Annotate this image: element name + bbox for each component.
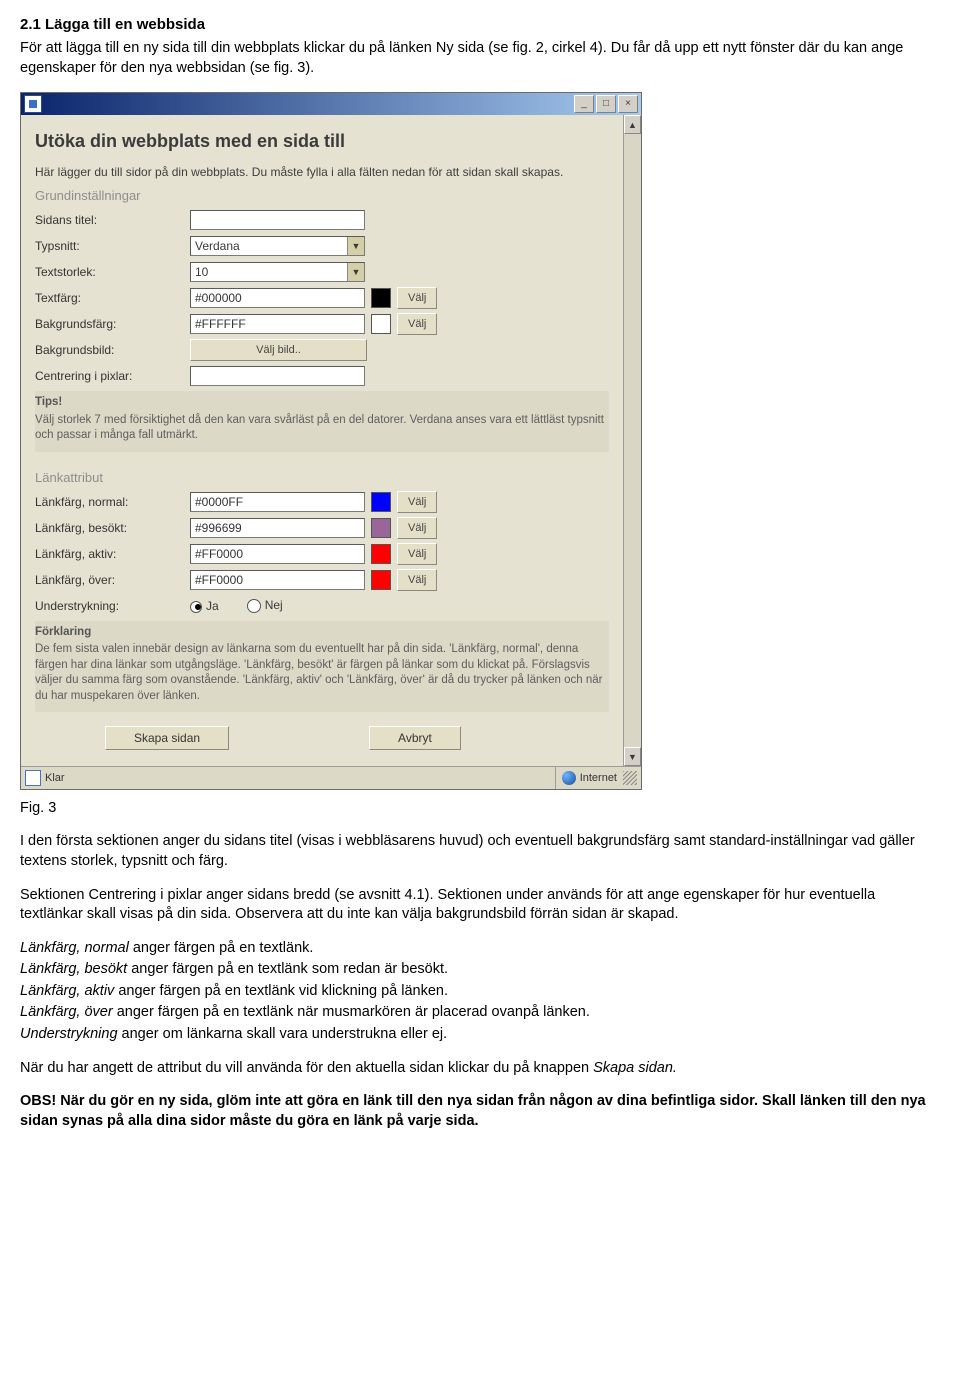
- section-grundinstallningar: Grundinställningar: [35, 188, 609, 203]
- label-sidans-titel: Sidans titel:: [35, 213, 190, 227]
- forklaring-box: Förklaring De fem sista valen innebär de…: [35, 621, 609, 713]
- para-3: När du har angett de attribut du vill an…: [20, 1059, 940, 1079]
- scroll-down-icon[interactable]: ▼: [624, 747, 641, 766]
- input-lankfarg-aktiv[interactable]: [190, 544, 365, 564]
- avbryt-button[interactable]: Avbryt: [369, 726, 461, 750]
- scrollbar[interactable]: ▲ ▼: [623, 115, 641, 766]
- page-icon: [25, 770, 41, 786]
- swatch-lankfarg-aktiv: [371, 544, 391, 564]
- line-lankfarg-aktiv: Länkfärg, aktiv anger färgen på en textl…: [20, 982, 940, 1002]
- status-zone: Internet: [580, 772, 617, 784]
- app-icon: [24, 95, 42, 113]
- status-ready: Klar: [45, 772, 65, 784]
- label-textstorlek: Textstorlek:: [35, 265, 190, 279]
- input-lankfarg-normal[interactable]: [190, 492, 365, 512]
- valj-bild-button[interactable]: Välj bild..: [190, 339, 367, 361]
- line-lankfarg-normal: Länkfärg, normal anger färgen på en text…: [20, 939, 940, 959]
- obs-paragraph: OBS! När du gör en ny sida, glöm inte at…: [20, 1092, 940, 1131]
- label-centrering: Centrering i pixlar:: [35, 369, 190, 383]
- figure-caption: Fig. 3: [20, 800, 940, 816]
- dialog-title: Utöka din webbplats med en sida till: [35, 131, 609, 152]
- resize-grip-icon[interactable]: [623, 771, 637, 785]
- para-2: Sektionen Centrering i pixlar anger sida…: [20, 886, 940, 925]
- dialog-intro: Här lägger du till sidor på din webbplat…: [35, 164, 609, 180]
- valj-lankfarg-normal-button[interactable]: Välj: [397, 491, 437, 513]
- section-heading: 2.1 Lägga till en webbsida: [20, 16, 940, 33]
- select-textstorlek-value: 10: [195, 265, 208, 279]
- line-understrykning: Understrykning anger om länkarna skall v…: [20, 1025, 940, 1045]
- input-centrering[interactable]: [190, 366, 365, 386]
- swatch-textfarg: [371, 288, 391, 308]
- dialog-window: _ □ × Utöka din webbplats med en sida ti…: [20, 92, 642, 790]
- valj-lankfarg-besokt-button[interactable]: Välj: [397, 517, 437, 539]
- status-bar: Klar Internet: [21, 766, 641, 789]
- line-lankfarg-besokt: Länkfärg, besökt anger färgen på en text…: [20, 960, 940, 980]
- input-textfarg[interactable]: [190, 288, 365, 308]
- input-lankfarg-over[interactable]: [190, 570, 365, 590]
- swatch-lankfarg-besokt: [371, 518, 391, 538]
- tips-box: Tips! Välj storlek 7 med försiktighet då…: [35, 391, 609, 452]
- input-sidans-titel[interactable]: [190, 210, 365, 230]
- input-bakgrundsfarg[interactable]: [190, 314, 365, 334]
- swatch-bakgrundsfarg: [371, 314, 391, 334]
- swatch-lankfarg-normal: [371, 492, 391, 512]
- radio-ja[interactable]: Ja: [190, 599, 219, 613]
- valj-textfarg-button[interactable]: Välj: [397, 287, 437, 309]
- select-typsnitt[interactable]: Verdana ▼: [190, 236, 365, 256]
- label-lankfarg-over: Länkfärg, över:: [35, 573, 190, 587]
- section-lankattribut: Länkattribut: [35, 470, 609, 485]
- maximize-button[interactable]: □: [596, 95, 616, 113]
- radio-nej[interactable]: Nej: [247, 598, 283, 613]
- para-1: I den första sektionen anger du sidans t…: [20, 832, 940, 871]
- skapa-sidan-button[interactable]: Skapa sidan: [105, 726, 229, 750]
- select-typsnitt-value: Verdana: [195, 239, 240, 253]
- close-button[interactable]: ×: [618, 95, 638, 113]
- swatch-lankfarg-over: [371, 570, 391, 590]
- line-lankfarg-over: Länkfärg, över anger färgen på en textlä…: [20, 1003, 940, 1023]
- forklaring-text: De fem sista valen innebär design av län…: [35, 642, 609, 704]
- scroll-up-icon[interactable]: ▲: [624, 115, 641, 134]
- label-bakgrundsfarg: Bakgrundsfärg:: [35, 317, 190, 331]
- label-lankfarg-aktiv: Länkfärg, aktiv:: [35, 547, 190, 561]
- label-understrykning: Understrykning:: [35, 599, 190, 613]
- label-textfarg: Textfärg:: [35, 291, 190, 305]
- label-lankfarg-normal: Länkfärg, normal:: [35, 495, 190, 509]
- window-controls: _ □ ×: [574, 95, 638, 113]
- valj-lankfarg-aktiv-button[interactable]: Välj: [397, 543, 437, 565]
- intro-paragraph: För att lägga till en ny sida till din w…: [20, 39, 940, 78]
- valj-lankfarg-over-button[interactable]: Välj: [397, 569, 437, 591]
- dialog-content: Utöka din webbplats med en sida till Här…: [21, 115, 623, 766]
- window-titlebar: _ □ ×: [21, 93, 641, 115]
- tips-text: Välj storlek 7 med försiktighet då den k…: [35, 413, 609, 444]
- input-lankfarg-besokt[interactable]: [190, 518, 365, 538]
- forklaring-header: Förklaring: [35, 625, 609, 641]
- chevron-down-icon: ▼: [347, 237, 364, 255]
- select-textstorlek[interactable]: 10 ▼: [190, 262, 365, 282]
- label-bakgrundsbild: Bakgrundsbild:: [35, 343, 190, 357]
- chevron-down-icon: ▼: [347, 263, 364, 281]
- label-lankfarg-besokt: Länkfärg, besökt:: [35, 521, 190, 535]
- globe-icon: [562, 771, 576, 785]
- minimize-button[interactable]: _: [574, 95, 594, 113]
- label-typsnitt: Typsnitt:: [35, 239, 190, 253]
- valj-bakgrundsfarg-button[interactable]: Välj: [397, 313, 437, 335]
- tips-header: Tips!: [35, 395, 609, 411]
